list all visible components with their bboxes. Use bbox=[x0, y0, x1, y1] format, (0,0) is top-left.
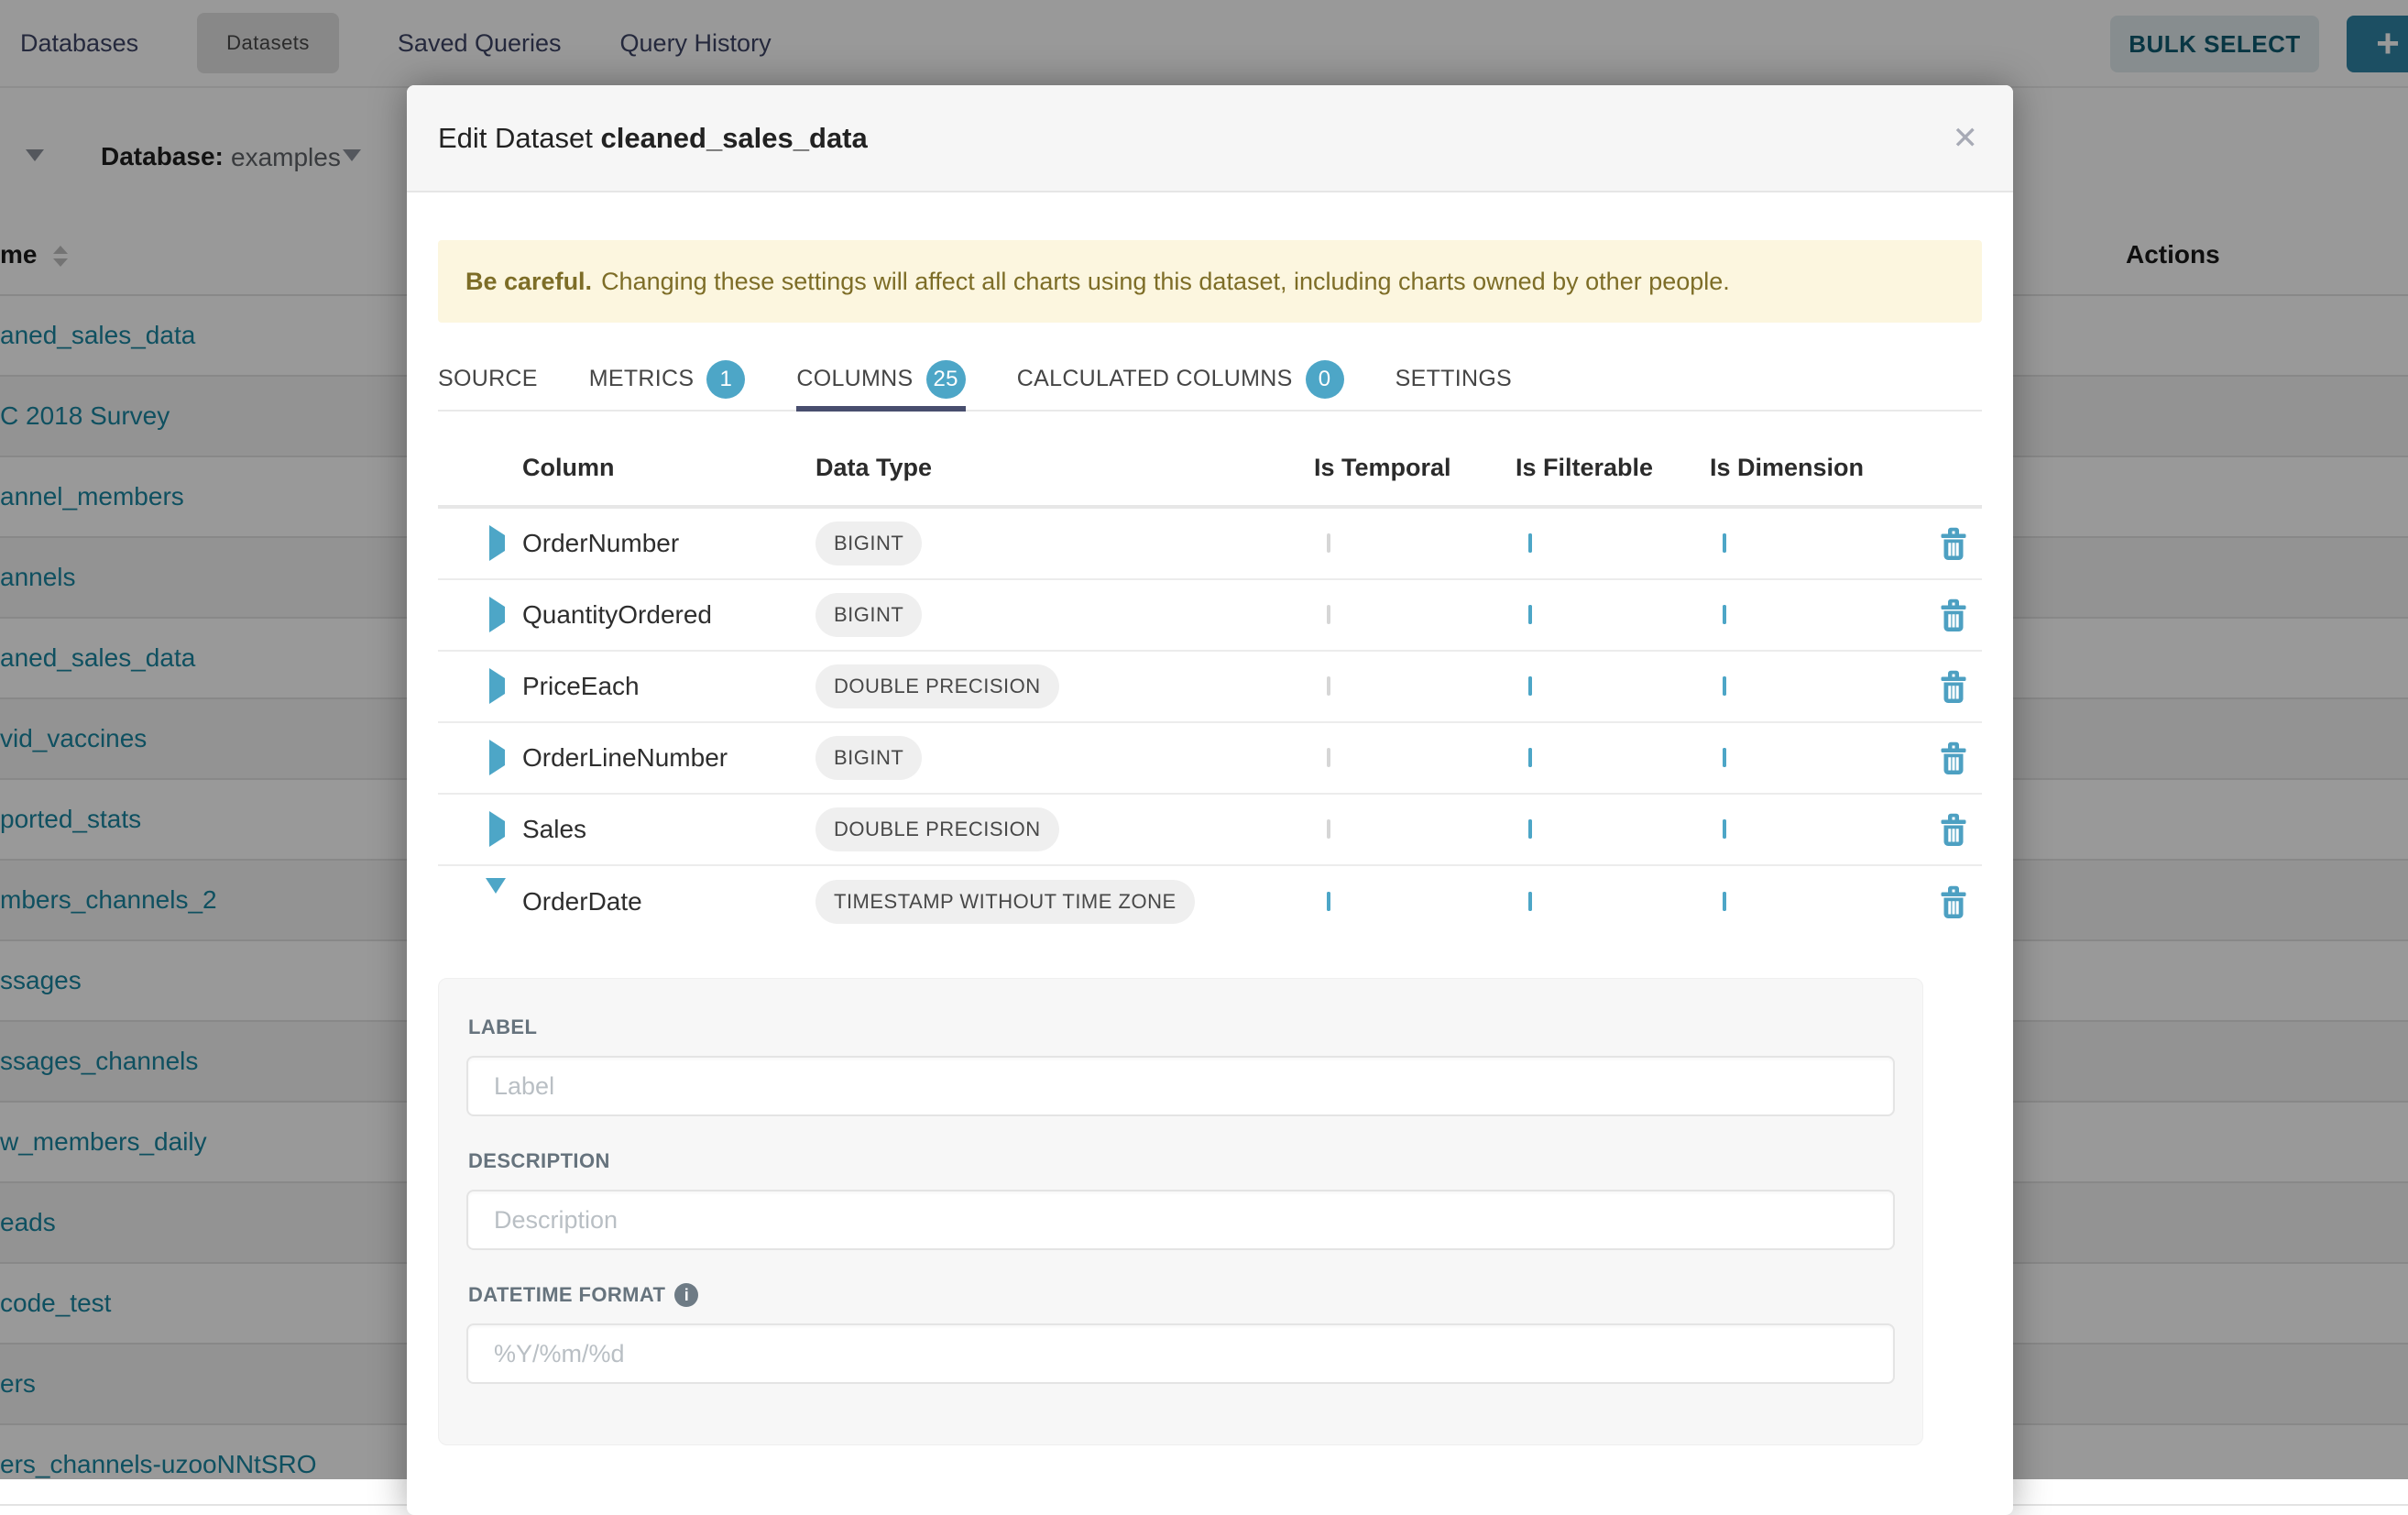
close-icon[interactable]: ✕ bbox=[1953, 123, 1979, 154]
is-dimension-checkbox[interactable] bbox=[1723, 819, 1726, 839]
delete-icon[interactable] bbox=[1940, 813, 1967, 846]
is-dimension-checkbox[interactable] bbox=[1723, 676, 1726, 696]
is-temporal-checkbox[interactable] bbox=[1327, 819, 1330, 839]
edit-dataset-modal: Edit Dataset cleaned_sales_data ✕ Be car… bbox=[407, 85, 2013, 1515]
is-temporal-header: Is Temporal bbox=[1314, 454, 1516, 482]
column-detail-panel: LABEL DESCRIPTION DATETIME FORMAT i bbox=[438, 978, 1923, 1445]
delete-icon[interactable] bbox=[1940, 670, 1967, 703]
delete-column-button[interactable] bbox=[1924, 813, 1982, 846]
is-filterable-checkbox[interactable] bbox=[1528, 676, 1532, 696]
is-dimension-checkbox[interactable] bbox=[1723, 748, 1726, 767]
columns-table-header: Column Data Type Is Temporal Is Filterab… bbox=[438, 430, 1982, 509]
delete-column-button[interactable] bbox=[1924, 741, 1982, 774]
modal-title-prefix: Edit Dataset bbox=[438, 122, 593, 154]
column-name: QuantityOrdered bbox=[522, 600, 815, 630]
is-dimension-header: Is Dimension bbox=[1710, 454, 1924, 482]
column-row: SalesDOUBLE PRECISION bbox=[438, 795, 1982, 866]
is-temporal-checkbox[interactable] bbox=[1327, 676, 1330, 696]
is-temporal-checkbox[interactable] bbox=[1327, 892, 1330, 911]
column-name: OrderDate bbox=[522, 887, 815, 917]
is-filterable-checkbox[interactable] bbox=[1528, 533, 1532, 553]
expand-caret-icon[interactable] bbox=[489, 740, 505, 775]
is-temporal-checkbox[interactable] bbox=[1327, 605, 1330, 624]
delete-column-button[interactable] bbox=[1924, 598, 1982, 631]
delete-column-button[interactable] bbox=[1924, 670, 1982, 703]
expand-caret-icon[interactable] bbox=[489, 597, 505, 632]
is-temporal-checkbox[interactable] bbox=[1327, 533, 1330, 553]
modal-header: Edit Dataset cleaned_sales_data ✕ bbox=[407, 85, 2013, 192]
data-type-pill: BIGINT bbox=[815, 736, 922, 780]
is-dimension-checkbox[interactable] bbox=[1723, 892, 1726, 911]
column-row: QuantityOrderedBIGINT bbox=[438, 580, 1982, 652]
tab-source[interactable]: SOURCE bbox=[438, 348, 538, 410]
warning-bold-text: Be careful. bbox=[465, 268, 592, 296]
data-type-pill: DOUBLE PRECISION bbox=[815, 807, 1059, 851]
data-type-pill: BIGINT bbox=[815, 521, 922, 565]
delete-icon[interactable] bbox=[1940, 527, 1967, 560]
is-temporal-checkbox[interactable] bbox=[1327, 748, 1330, 767]
is-dimension-checkbox[interactable] bbox=[1723, 533, 1726, 553]
is-filterable-checkbox[interactable] bbox=[1528, 605, 1532, 624]
column-header: Column bbox=[522, 454, 815, 482]
columns-table-body: OrderNumberBIGINTQuantityOrderedBIGINTPr… bbox=[438, 509, 1982, 938]
data-type-pill: TIMESTAMP WITHOUT TIME ZONE bbox=[815, 880, 1195, 924]
is-filterable-checkbox[interactable] bbox=[1528, 819, 1532, 839]
warning-banner: Be careful. Changing these settings will… bbox=[438, 240, 1982, 323]
modal-title: Edit Dataset cleaned_sales_data bbox=[438, 122, 868, 155]
modal-tabs: SOURCE METRICS1 COLUMNS25 CALCULATED COL… bbox=[438, 348, 1982, 412]
column-row: PriceEachDOUBLE PRECISION bbox=[438, 652, 1982, 723]
expand-caret-icon[interactable] bbox=[486, 878, 506, 909]
tab-columns[interactable]: COLUMNS25 bbox=[796, 348, 965, 410]
label-input[interactable] bbox=[466, 1056, 1895, 1116]
data-type-pill: BIGINT bbox=[815, 593, 922, 637]
is-filterable-checkbox[interactable] bbox=[1528, 748, 1532, 767]
is-filterable-checkbox[interactable] bbox=[1528, 892, 1532, 911]
data-type-header: Data Type bbox=[815, 454, 1314, 482]
metrics-count-badge: 1 bbox=[706, 360, 745, 399]
label-field-label: LABEL bbox=[468, 1015, 1895, 1039]
delete-icon[interactable] bbox=[1940, 598, 1967, 631]
modal-title-dataset-name: cleaned_sales_data bbox=[601, 122, 868, 154]
column-row: OrderLineNumberBIGINT bbox=[438, 723, 1982, 795]
datetime-format-field-label: DATETIME FORMAT i bbox=[468, 1283, 1895, 1307]
tab-calculated-columns[interactable]: CALCULATED COLUMNS0 bbox=[1017, 348, 1344, 410]
is-filterable-header: Is Filterable bbox=[1516, 454, 1710, 482]
expand-caret-icon[interactable] bbox=[489, 668, 505, 704]
info-icon[interactable]: i bbox=[674, 1283, 698, 1307]
tab-metrics[interactable]: METRICS1 bbox=[589, 348, 746, 410]
datetime-format-input[interactable] bbox=[466, 1323, 1895, 1384]
calculated-columns-count-badge: 0 bbox=[1306, 360, 1344, 399]
delete-column-button[interactable] bbox=[1924, 885, 1982, 918]
column-row: OrderNumberBIGINT bbox=[438, 509, 1982, 580]
description-field-label: DESCRIPTION bbox=[468, 1149, 1895, 1173]
warning-text: Changing these settings will affect all … bbox=[601, 268, 1730, 296]
columns-table: Column Data Type Is Temporal Is Filterab… bbox=[438, 430, 1982, 938]
description-input[interactable] bbox=[466, 1190, 1895, 1250]
delete-icon[interactable] bbox=[1940, 741, 1967, 774]
data-type-pill: DOUBLE PRECISION bbox=[815, 664, 1059, 708]
column-row: OrderDateTIMESTAMP WITHOUT TIME ZONE bbox=[438, 866, 1982, 938]
tab-settings[interactable]: SETTINGS bbox=[1396, 348, 1512, 410]
column-name: OrderNumber bbox=[522, 529, 815, 558]
is-dimension-checkbox[interactable] bbox=[1723, 605, 1726, 624]
delete-column-button[interactable] bbox=[1924, 527, 1982, 560]
column-name: Sales bbox=[522, 815, 815, 844]
expand-caret-icon[interactable] bbox=[489, 811, 505, 847]
column-name: PriceEach bbox=[522, 672, 815, 701]
column-name: OrderLineNumber bbox=[522, 743, 815, 773]
expand-caret-icon[interactable] bbox=[489, 525, 505, 561]
delete-icon[interactable] bbox=[1940, 885, 1967, 918]
columns-count-badge: 25 bbox=[926, 360, 966, 399]
